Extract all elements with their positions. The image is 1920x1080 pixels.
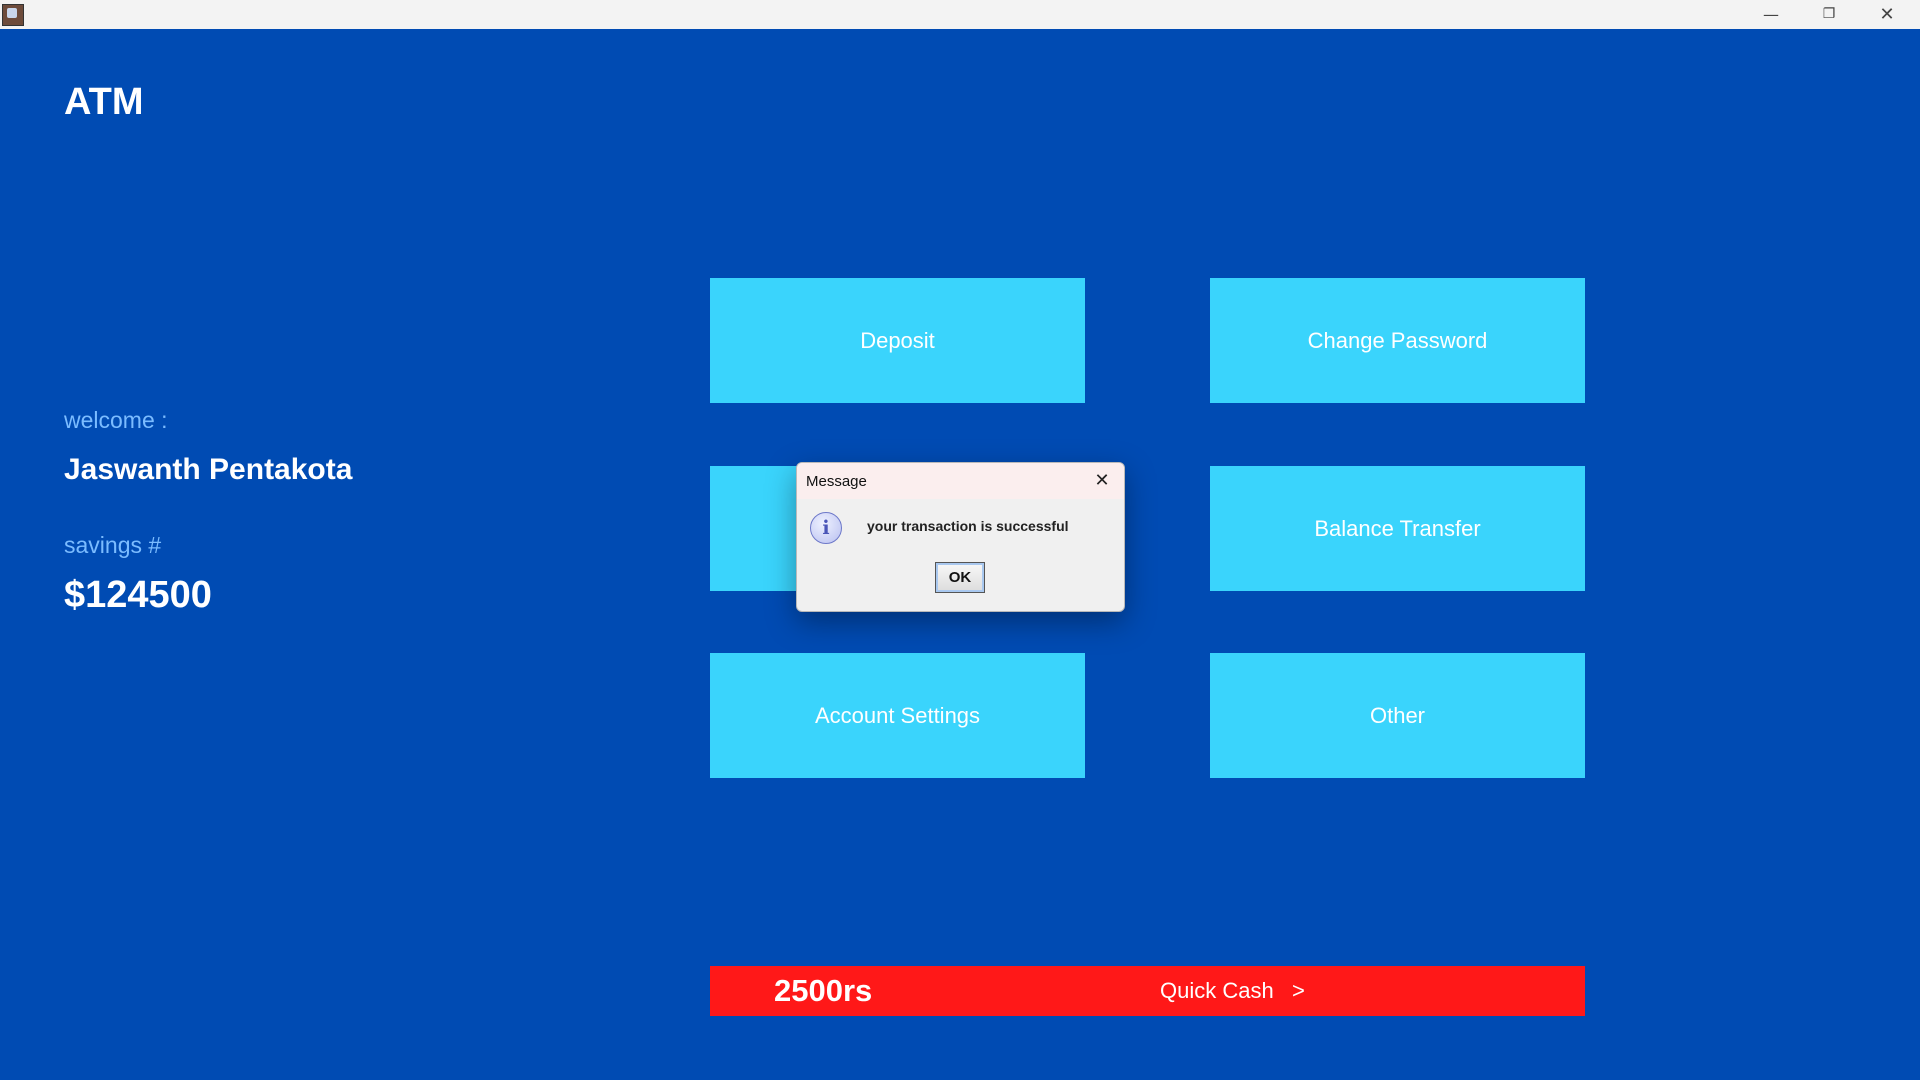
- minimize-icon[interactable]: —: [1742, 0, 1800, 29]
- change-password-button[interactable]: Change Password: [1210, 278, 1585, 403]
- window-titlebar: — ❐ ✕: [0, 0, 1920, 29]
- account-settings-button[interactable]: Account Settings: [710, 653, 1085, 778]
- dialog-message: your transaction is successful: [867, 518, 1069, 534]
- page-title: ATM: [64, 81, 144, 123]
- welcome-label: welcome :: [64, 407, 168, 433]
- dialog-titlebar: Message ✕: [797, 463, 1124, 499]
- dialog-title: Message: [806, 473, 867, 490]
- deposit-button[interactable]: Deposit: [710, 278, 1085, 403]
- close-icon[interactable]: ✕: [1088, 467, 1116, 495]
- other-button[interactable]: Other: [1210, 653, 1585, 778]
- close-icon[interactable]: ✕: [1858, 0, 1916, 29]
- savings-label: savings #: [64, 532, 162, 558]
- quick-cash-amount: 2500rs: [774, 973, 873, 1008]
- app-icon: [2, 4, 24, 26]
- message-dialog: Message ✕ i your transaction is successf…: [796, 462, 1125, 612]
- maximize-icon[interactable]: ❐: [1800, 0, 1858, 29]
- info-icon: i: [810, 512, 842, 544]
- balance-transfer-button[interactable]: Balance Transfer: [1210, 466, 1585, 591]
- user-name: Jaswanth Pentakota: [64, 453, 353, 486]
- quick-cash-button[interactable]: 2500rs Quick Cash >: [710, 966, 1585, 1016]
- quick-cash-label: Quick Cash >: [1160, 978, 1305, 1003]
- balance-amount: $124500: [64, 574, 212, 616]
- ok-button[interactable]: OK: [935, 562, 985, 593]
